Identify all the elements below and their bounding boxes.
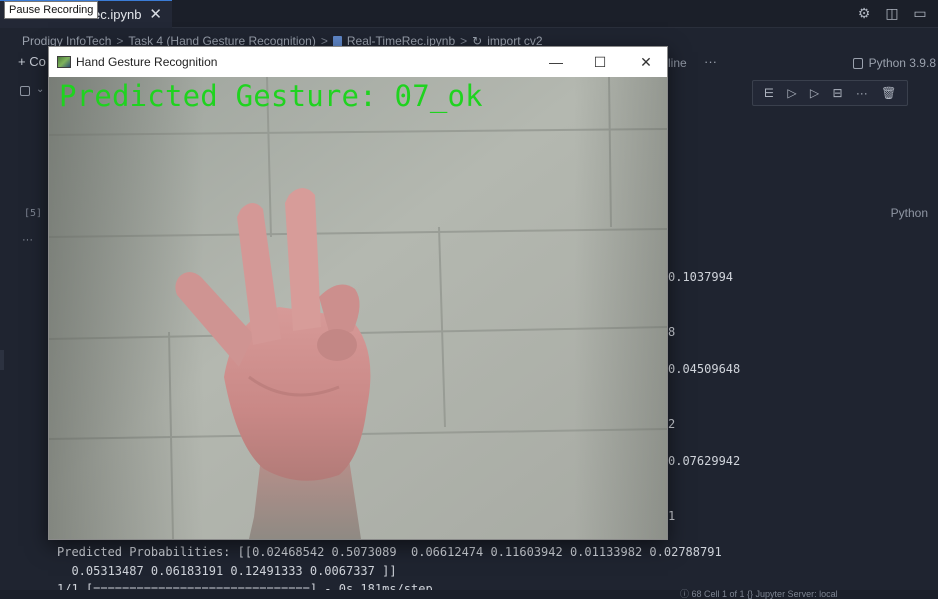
window-titlebar[interactable]: Hand Gesture Recognition — ☐ ✕	[49, 47, 667, 77]
camera-frame: Predicted Gesture: 07_ok	[49, 77, 667, 539]
cell-toolbar: ⋿ ▷ ▷ ⊟ ··· 🗑	[752, 80, 908, 106]
output-value: 1	[668, 509, 676, 523]
opencv-window[interactable]: Hand Gesture Recognition — ☐ ✕ Predicted…	[48, 46, 668, 540]
notebook-icon	[332, 35, 342, 47]
execute-below-icon[interactable]: ▷	[810, 86, 819, 100]
status-bar: ⓘ 68 Cell 1 of 1 {} Jupyter Server: loca…	[0, 589, 938, 599]
editor-tab-bar: ec.ipynb ✕ Pause Recording ⚙ ◫ ▭	[0, 0, 938, 28]
pause-recording-badge[interactable]: Pause Recording	[4, 1, 99, 19]
split-editor-icon[interactable]: ◫	[884, 5, 900, 22]
more-actions-icon[interactable]: ···	[704, 54, 717, 69]
cell-language[interactable]: Python	[891, 206, 928, 220]
output-value: 0.1037994	[668, 270, 734, 284]
app-icon	[57, 56, 71, 68]
delete-cell-icon[interactable]: 🗑	[881, 86, 896, 100]
output-more-icon[interactable]: ···	[22, 234, 33, 246]
minimize-button[interactable]: —	[545, 52, 567, 72]
output-value: 0.07629942	[668, 454, 741, 468]
gutter-mark	[0, 350, 4, 370]
execution-count: [5]	[24, 208, 43, 219]
kernel-picker[interactable]: Python 3.9.8	[852, 56, 936, 70]
output-line: 0.05313487 0.06183191 0.12491333 0.00673…	[57, 564, 397, 578]
execute-above-icon[interactable]: ▷	[787, 86, 796, 100]
kernel-label: Python 3.9.8	[868, 56, 936, 70]
close-icon[interactable]: ✕	[149, 7, 162, 22]
cell-checkbox[interactable]	[20, 86, 30, 96]
gear-icon[interactable]: ⚙	[856, 5, 872, 22]
output-value: 8	[668, 325, 676, 339]
split-cell-icon[interactable]: ⊟	[832, 86, 842, 100]
maximize-button[interactable]: ☐	[589, 52, 611, 72]
output-line: Predicted Probabilities: [[0.02468542 0.…	[57, 545, 722, 559]
editor-actions: ⚙ ◫ ▭	[856, 5, 928, 22]
close-window-button[interactable]: ✕	[635, 52, 657, 72]
cell-more-icon[interactable]: ···	[856, 86, 868, 100]
kernel-icon	[852, 57, 863, 69]
output-value: 0.04509648	[668, 362, 741, 376]
camera-image	[49, 77, 667, 539]
tab-title: ec.ipynb	[93, 7, 142, 22]
window-title: Hand Gesture Recognition	[76, 55, 218, 69]
output-value: 2	[668, 417, 676, 431]
status-text: ⓘ 68 Cell 1 of 1 {} Jupyter Server: loca…	[680, 589, 838, 599]
outline-button[interactable]: line	[668, 56, 687, 70]
layout-icon[interactable]: ▭	[912, 5, 928, 22]
predicted-gesture-overlay: Predicted Gesture: 07_ok	[59, 79, 483, 113]
chevron-down-icon[interactable]: ⌄	[36, 84, 44, 95]
add-code-cell-button[interactable]: + Co	[18, 54, 46, 69]
run-by-line-icon[interactable]: ⋿	[764, 86, 774, 100]
